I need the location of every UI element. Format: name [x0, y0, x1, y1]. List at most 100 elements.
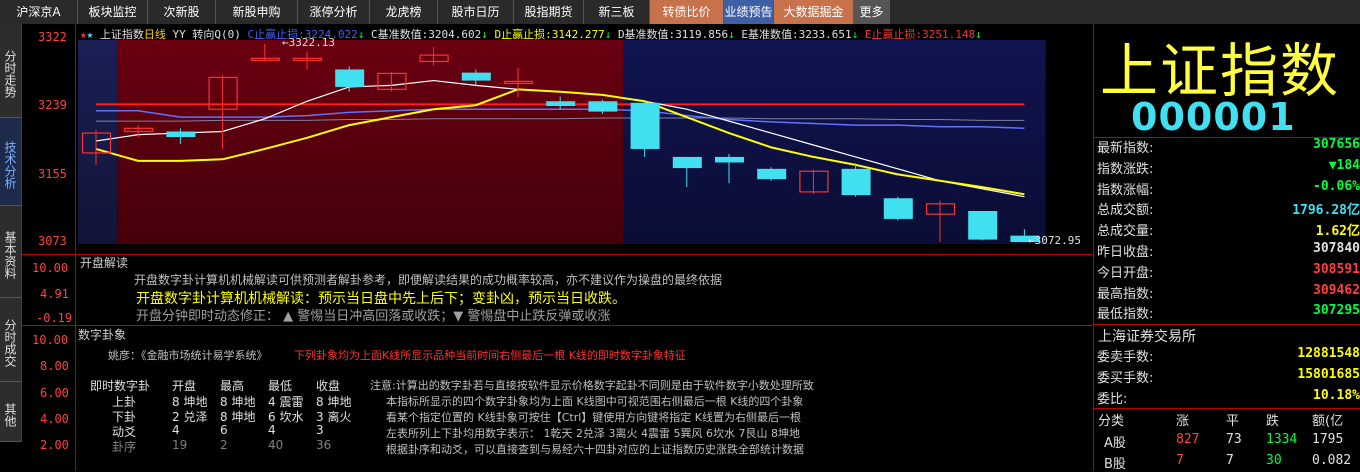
candle-body-down — [968, 210, 998, 240]
breadth-cell: 0.082 — [1312, 453, 1352, 468]
quote-label: 最低指数: — [1097, 307, 1154, 323]
nav-tab[interactable]: 次新股 — [148, 0, 216, 24]
nav-tab[interactable]: 大数据掘金 — [774, 0, 854, 24]
quote-value: 307295 — [1313, 303, 1360, 319]
nav-tab[interactable]: 业绩预告 — [724, 0, 774, 24]
kline-chart[interactable] — [78, 40, 1093, 244]
candle-body-down — [841, 168, 871, 196]
candle-body-down — [715, 156, 744, 163]
candle-body-down — [588, 101, 618, 112]
quote-value: 309462 — [1313, 282, 1360, 298]
kaipan-disclaimer: 开盘数字卦计算机机械解读可供预测者解卦参考，即便解读结果的成功概率较高，亦不建议… — [134, 273, 723, 287]
quote-value: 12881548 — [1297, 346, 1360, 361]
gua-cell: 40 — [268, 438, 284, 452]
panel3-tick: 2.00 — [40, 438, 69, 452]
quote-row: 昨日收盘: 307840 — [1097, 241, 1360, 261]
nav-tab[interactable]: 涨停分析 — [298, 0, 370, 24]
side-tab[interactable]: 分时成交 — [0, 298, 22, 382]
side-tab[interactable]: 技术分析 — [0, 118, 22, 206]
price-tick: 3073 — [38, 234, 67, 248]
price-tick: 3239 — [38, 98, 67, 112]
breadth-header: 跌 — [1266, 414, 1280, 429]
gua-cell: 36 — [316, 438, 332, 452]
gua-row-name: 卦序 — [112, 440, 137, 454]
panel-kaipan-title: 开盘解读 — [80, 256, 129, 270]
quote-value: 308591 — [1313, 261, 1360, 277]
gua-note: 看某个指定位置的 K线卦象可按住【Ctrl】键使用方向键将指定 K线置为右侧最后… — [386, 411, 801, 424]
gua-table-header: 最高 — [220, 379, 245, 393]
axis-divider — [75, 24, 76, 471]
quote-row: 最低指数: 307295 — [1097, 303, 1360, 323]
quote-value: 1796.28亿 — [1292, 203, 1360, 219]
nav-tab[interactable]: 新股申购 — [216, 0, 298, 24]
divider — [1093, 408, 1360, 409]
low-price-label: ←3072.95 — [1028, 234, 1081, 247]
nav-tab[interactable]: 更多 — [854, 0, 890, 24]
high-price-label: ←3322.13 — [282, 36, 335, 49]
panel-gua-title: 数字卦象 — [78, 328, 127, 342]
candle-body-down — [461, 72, 491, 81]
gua-note: 本指标所显示的四个数字卦象均为上面 K线图中可视范围右侧最后一根 K线的四个卦象 — [386, 395, 804, 408]
gua-cell: 3 — [316, 423, 324, 437]
panel3-tick: 8.00 — [40, 359, 69, 373]
low-price-value: 3072.95 — [1034, 234, 1081, 247]
quote-row: 委买手数: 15801685 — [1097, 367, 1360, 387]
quote-label: 指数涨幅: — [1097, 182, 1154, 198]
breadth-header: 涨 — [1176, 414, 1190, 429]
candle-body-down — [757, 168, 787, 180]
nav-tab[interactable]: 板块监控 — [78, 0, 148, 24]
gua-cell: 6 — [220, 423, 228, 437]
side-tab[interactable]: 其他 — [0, 382, 22, 442]
gua-cell: 19 — [172, 438, 188, 452]
gua-cell: 4 — [172, 423, 180, 437]
nav-tab[interactable]: 股市日历 — [438, 0, 514, 24]
breadth-cell: 827 — [1176, 432, 1200, 447]
nav-tab[interactable]: 龙虎榜 — [370, 0, 438, 24]
quote-label: 委比: — [1097, 391, 1128, 407]
divider — [22, 254, 1093, 255]
breadth-cell: 30 — [1266, 453, 1282, 468]
breadth-cell: 73 — [1226, 432, 1242, 447]
side-tab[interactable]: 基本资料 — [0, 206, 22, 298]
chart-header: ★★ 上证指数日线 YY 转向Q(0) C止赢止损:3224.022↓ C基准数… — [80, 28, 982, 41]
nav-tab[interactable]: 股指期货 — [514, 0, 584, 24]
quote-label: 委买手数: — [1097, 370, 1154, 386]
quote-row: 总成交额: 1796.28亿 — [1097, 199, 1360, 219]
nav-tab[interactable]: 新三板 — [584, 0, 650, 24]
breadth-header: 平 — [1226, 414, 1240, 429]
gua-table-header: 收盘 — [316, 379, 341, 393]
nav-tab[interactable]: 转债比价 — [650, 0, 724, 24]
breadth-cell: B股 — [1104, 457, 1126, 472]
quote-row: 最高指数: 309462 — [1097, 283, 1360, 303]
gua-table-header: 开盘 — [172, 379, 197, 393]
gua-cell: 2 — [220, 438, 228, 452]
breadth-cell: A股 — [1104, 436, 1126, 451]
breadth-header: 额(亿 — [1312, 414, 1344, 429]
quote-value: 307656 — [1313, 137, 1360, 152]
quote-value: 15801685 — [1297, 366, 1360, 382]
kaipan-correction: 开盘分钟即时动态修正： ▲ 警惕当日冲高回落或收跌；▼ 警惕盘中止跌反弹或收涨 — [136, 309, 611, 324]
side-tab[interactable]: 分时走势 — [0, 24, 22, 118]
quote-label: 委卖手数: — [1097, 350, 1154, 365]
candle-body-down — [630, 102, 660, 149]
high-price-value: 3322.13 — [288, 36, 335, 49]
quote-row: 指数涨幅: -0.06% — [1097, 179, 1360, 199]
breadth-cell: 1795 — [1312, 432, 1344, 447]
panel3-tick: 4.00 — [40, 412, 69, 426]
quote-label: 最高指数: — [1097, 286, 1154, 302]
index-code: 000001 — [1131, 95, 1296, 139]
breadth-cell: 7 — [1226, 453, 1234, 468]
quote-label: 昨日收盘: — [1097, 245, 1154, 260]
breadth-header: 分类 — [1098, 414, 1125, 429]
candle-body-down — [166, 131, 196, 138]
price-tick: 3322 — [38, 30, 67, 44]
panel2-tick: -0.19 — [36, 311, 73, 325]
quote-label: 总成交量: — [1097, 224, 1154, 240]
panel3-tick: 10.00 — [32, 333, 69, 347]
quote-label: 总成交额: — [1097, 203, 1154, 219]
nav-tab[interactable]: 沪深京A — [0, 0, 78, 24]
candle-body-down — [546, 101, 576, 107]
quote-label: 最新指数: — [1097, 141, 1154, 156]
quote-row: 委卖手数: 12881548 — [1097, 346, 1360, 366]
quote-row: 委比: 10.18% — [1097, 388, 1360, 408]
